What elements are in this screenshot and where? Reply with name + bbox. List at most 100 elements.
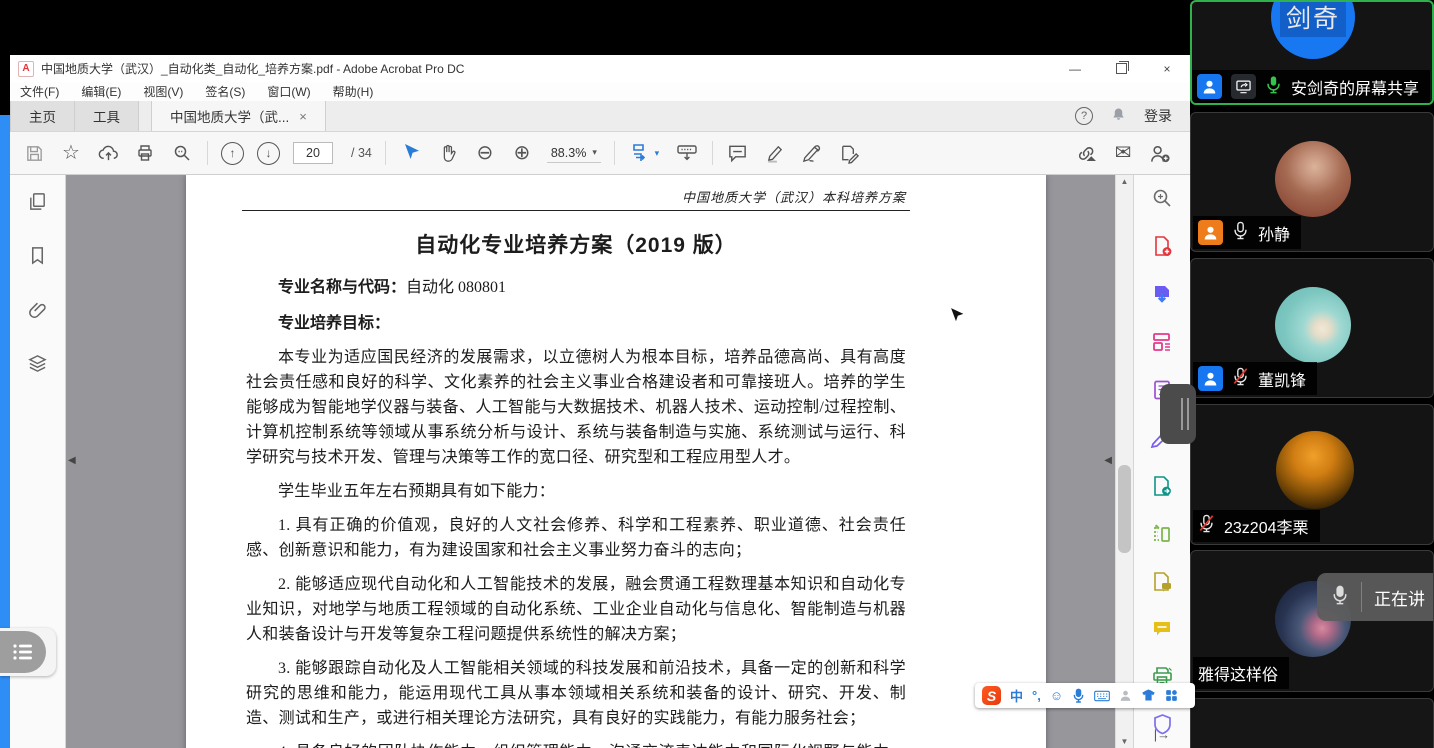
ime-chinese-mode-icon[interactable]: 中 [1010, 686, 1023, 705]
tab-tools[interactable]: 工具 [75, 101, 139, 131]
ime-skin-icon[interactable] [1141, 689, 1156, 702]
expand-tools-pane-icon[interactable]: |→ [1134, 727, 1190, 742]
annotation-list-widget[interactable] [0, 628, 56, 676]
ability-item-3: 3. 能够跟踪自动化及人工智能相关领域的科技发展和前沿技术，具备一定的创新和科学… [246, 656, 906, 731]
close-button[interactable]: × [1144, 55, 1190, 82]
mic-on-icon [1265, 75, 1282, 99]
ime-account-icon[interactable] [1119, 689, 1132, 702]
notifications-bell-icon[interactable] [1111, 107, 1126, 125]
send-for-review-icon[interactable] [1151, 475, 1173, 502]
ime-keyboard-icon[interactable] [1094, 690, 1110, 702]
select-tool-icon[interactable] [399, 140, 423, 166]
zoom-out-icon[interactable]: ⊖ [473, 140, 497, 166]
organize-pages-icon[interactable] [1151, 331, 1173, 358]
hand-tool-icon[interactable] [436, 140, 460, 166]
create-pdf-icon[interactable] [1151, 235, 1173, 262]
layers-icon[interactable] [27, 353, 48, 379]
ime-punctuation-icon[interactable]: °, [1032, 688, 1041, 703]
save-icon[interactable] [22, 140, 46, 166]
caret-down-icon: ▾ [592, 147, 597, 158]
crop-pages-icon[interactable] [1151, 523, 1173, 550]
fit-width-icon[interactable]: ▾ [628, 140, 662, 166]
star-icon[interactable]: ☆ [59, 140, 83, 166]
next-page-icon[interactable]: ↓ [257, 142, 280, 165]
add-person-icon[interactable] [1148, 140, 1172, 166]
ime-emoji-icon[interactable]: ☺ [1050, 688, 1063, 703]
share-link-icon[interactable] [1074, 140, 1098, 166]
sogou-logo-icon[interactable]: S [982, 686, 1001, 705]
pdf-page: 中国地质大学（武汉）本科培养方案 自动化专业培养方案（2019 版） 专业名称与… [186, 175, 1046, 748]
login-button[interactable]: 登录 [1144, 106, 1172, 126]
window-title: 中国地质大学（武汉）_自动化类_自动化_培养方案.pdf - Adobe Acr… [41, 60, 464, 77]
page-number-input[interactable]: 20 [293, 142, 333, 164]
sidebar-grip-handle[interactable] [1160, 384, 1196, 444]
tools-rail: |→ [1133, 175, 1190, 748]
tab-document-label: 中国地质大学（武... [170, 106, 289, 126]
collapse-left-pane-arrow[interactable]: ◀ [68, 455, 76, 466]
email-icon[interactable]: ✉ [1111, 140, 1135, 166]
participant-tile[interactable]: 孙静 [1190, 112, 1434, 252]
major-name-label: 专业名称与代码： [278, 279, 406, 296]
cloud-upload-icon[interactable] [96, 140, 120, 166]
restore-button[interactable] [1098, 55, 1144, 82]
menu-file[interactable]: 文件(F) [20, 83, 59, 100]
participant-tile[interactable]: 董凯锋 [1190, 258, 1434, 398]
major-name-line: 专业名称与代码：自动化 080801 [246, 273, 906, 297]
scrollbar-thumb[interactable] [1118, 465, 1131, 553]
bookmarks-icon[interactable] [28, 245, 47, 271]
member-badge-icon [1198, 220, 1223, 245]
meeting-participants-panel: 剑奇 安剑奇的屏幕共享 [1190, 0, 1434, 748]
page-thumbnails-icon[interactable] [27, 191, 48, 217]
reading-mode-icon[interactable] [675, 140, 699, 166]
participant-tile-speaking[interactable]: 正在讲 雅得这样俗 [1190, 550, 1434, 692]
scroll-down-arrow[interactable]: ▼ [1116, 737, 1133, 746]
member-badge-icon [1198, 366, 1223, 391]
menu-edit[interactable]: 编辑(E) [81, 83, 121, 100]
mic-muted-icon [1232, 367, 1249, 391]
zoom-level-value: 88.3% [551, 146, 586, 160]
participant-tile-partial[interactable] [1190, 698, 1434, 748]
zoom-tools-icon[interactable] [1151, 187, 1173, 214]
print-icon[interactable] [133, 140, 157, 166]
speaking-label: 正在讲 [1374, 585, 1425, 610]
scroll-up-arrow[interactable]: ▲ [1116, 177, 1133, 186]
export-pdf-icon[interactable] [1151, 283, 1173, 310]
screen: A 中国地质大学（武汉）_自动化类_自动化_培养方案.pdf - Adobe A… [0, 0, 1434, 748]
previous-page-icon[interactable]: ↑ [221, 142, 244, 165]
mic-on-icon [1232, 221, 1249, 245]
menu-help[interactable]: 帮助(H) [333, 83, 374, 100]
header-rule [242, 210, 910, 211]
menu-view[interactable]: 视图(V) [143, 83, 183, 100]
tab-bar: 主页 工具 中国地质大学（武... × ? 登录 [10, 101, 1190, 132]
help-icon[interactable]: ? [1075, 107, 1093, 125]
zoom-in-icon[interactable]: ⊕ [510, 140, 534, 166]
ime-toolbar: S 中 °, ☺ [975, 683, 1195, 708]
comment-tool-icon[interactable] [1151, 619, 1173, 644]
compare-files-icon[interactable] [1151, 571, 1173, 598]
menu-window[interactable]: 窗口(W) [267, 83, 310, 100]
fill-sign-icon[interactable] [837, 140, 861, 166]
major-name-value: 自动化 080801 [406, 279, 506, 296]
vertical-scrollbar[interactable]: ▲ ▼ [1115, 175, 1133, 748]
ime-voice-icon[interactable] [1072, 688, 1085, 703]
minimize-button[interactable]: — [1052, 55, 1098, 82]
document-viewport[interactable]: 中国地质大学（武汉）本科培养方案 自动化专业培养方案（2019 版） 专业名称与… [66, 175, 1115, 748]
highlighter-icon[interactable] [763, 140, 787, 166]
attachments-icon[interactable] [27, 299, 48, 325]
search-icon[interactable] [170, 140, 194, 166]
menu-sign[interactable]: 签名(S) [205, 83, 245, 100]
ability-item-2: 2. 能够适应现代自动化和人工智能技术的发展，融会贯通工程数理基本知识和自动化专… [246, 572, 906, 647]
tab-close-icon[interactable]: × [299, 109, 307, 124]
zoom-level-dropdown[interactable]: 88.3% ▾ [547, 144, 601, 163]
collapse-right-pane-arrow[interactable]: ◀ [1104, 455, 1112, 466]
tab-document[interactable]: 中国地质大学（武... × [151, 101, 326, 131]
sign-pen-icon[interactable] [800, 140, 824, 166]
acrobat-window: A 中国地质大学（武汉）_自动化类_自动化_培养方案.pdf - Adobe A… [10, 55, 1190, 748]
tab-home[interactable]: 主页 [10, 101, 75, 131]
participant-tile-screen-share[interactable]: 剑奇 安剑奇的屏幕共享 [1190, 0, 1434, 105]
participant-tile[interactable]: 23z204李栗 [1190, 404, 1434, 545]
member-badge-icon [1197, 74, 1222, 99]
ime-toolbox-icon[interactable] [1165, 689, 1178, 702]
comment-icon[interactable] [726, 140, 750, 166]
participant-name: 安剑奇的屏幕共享 [1291, 75, 1419, 99]
